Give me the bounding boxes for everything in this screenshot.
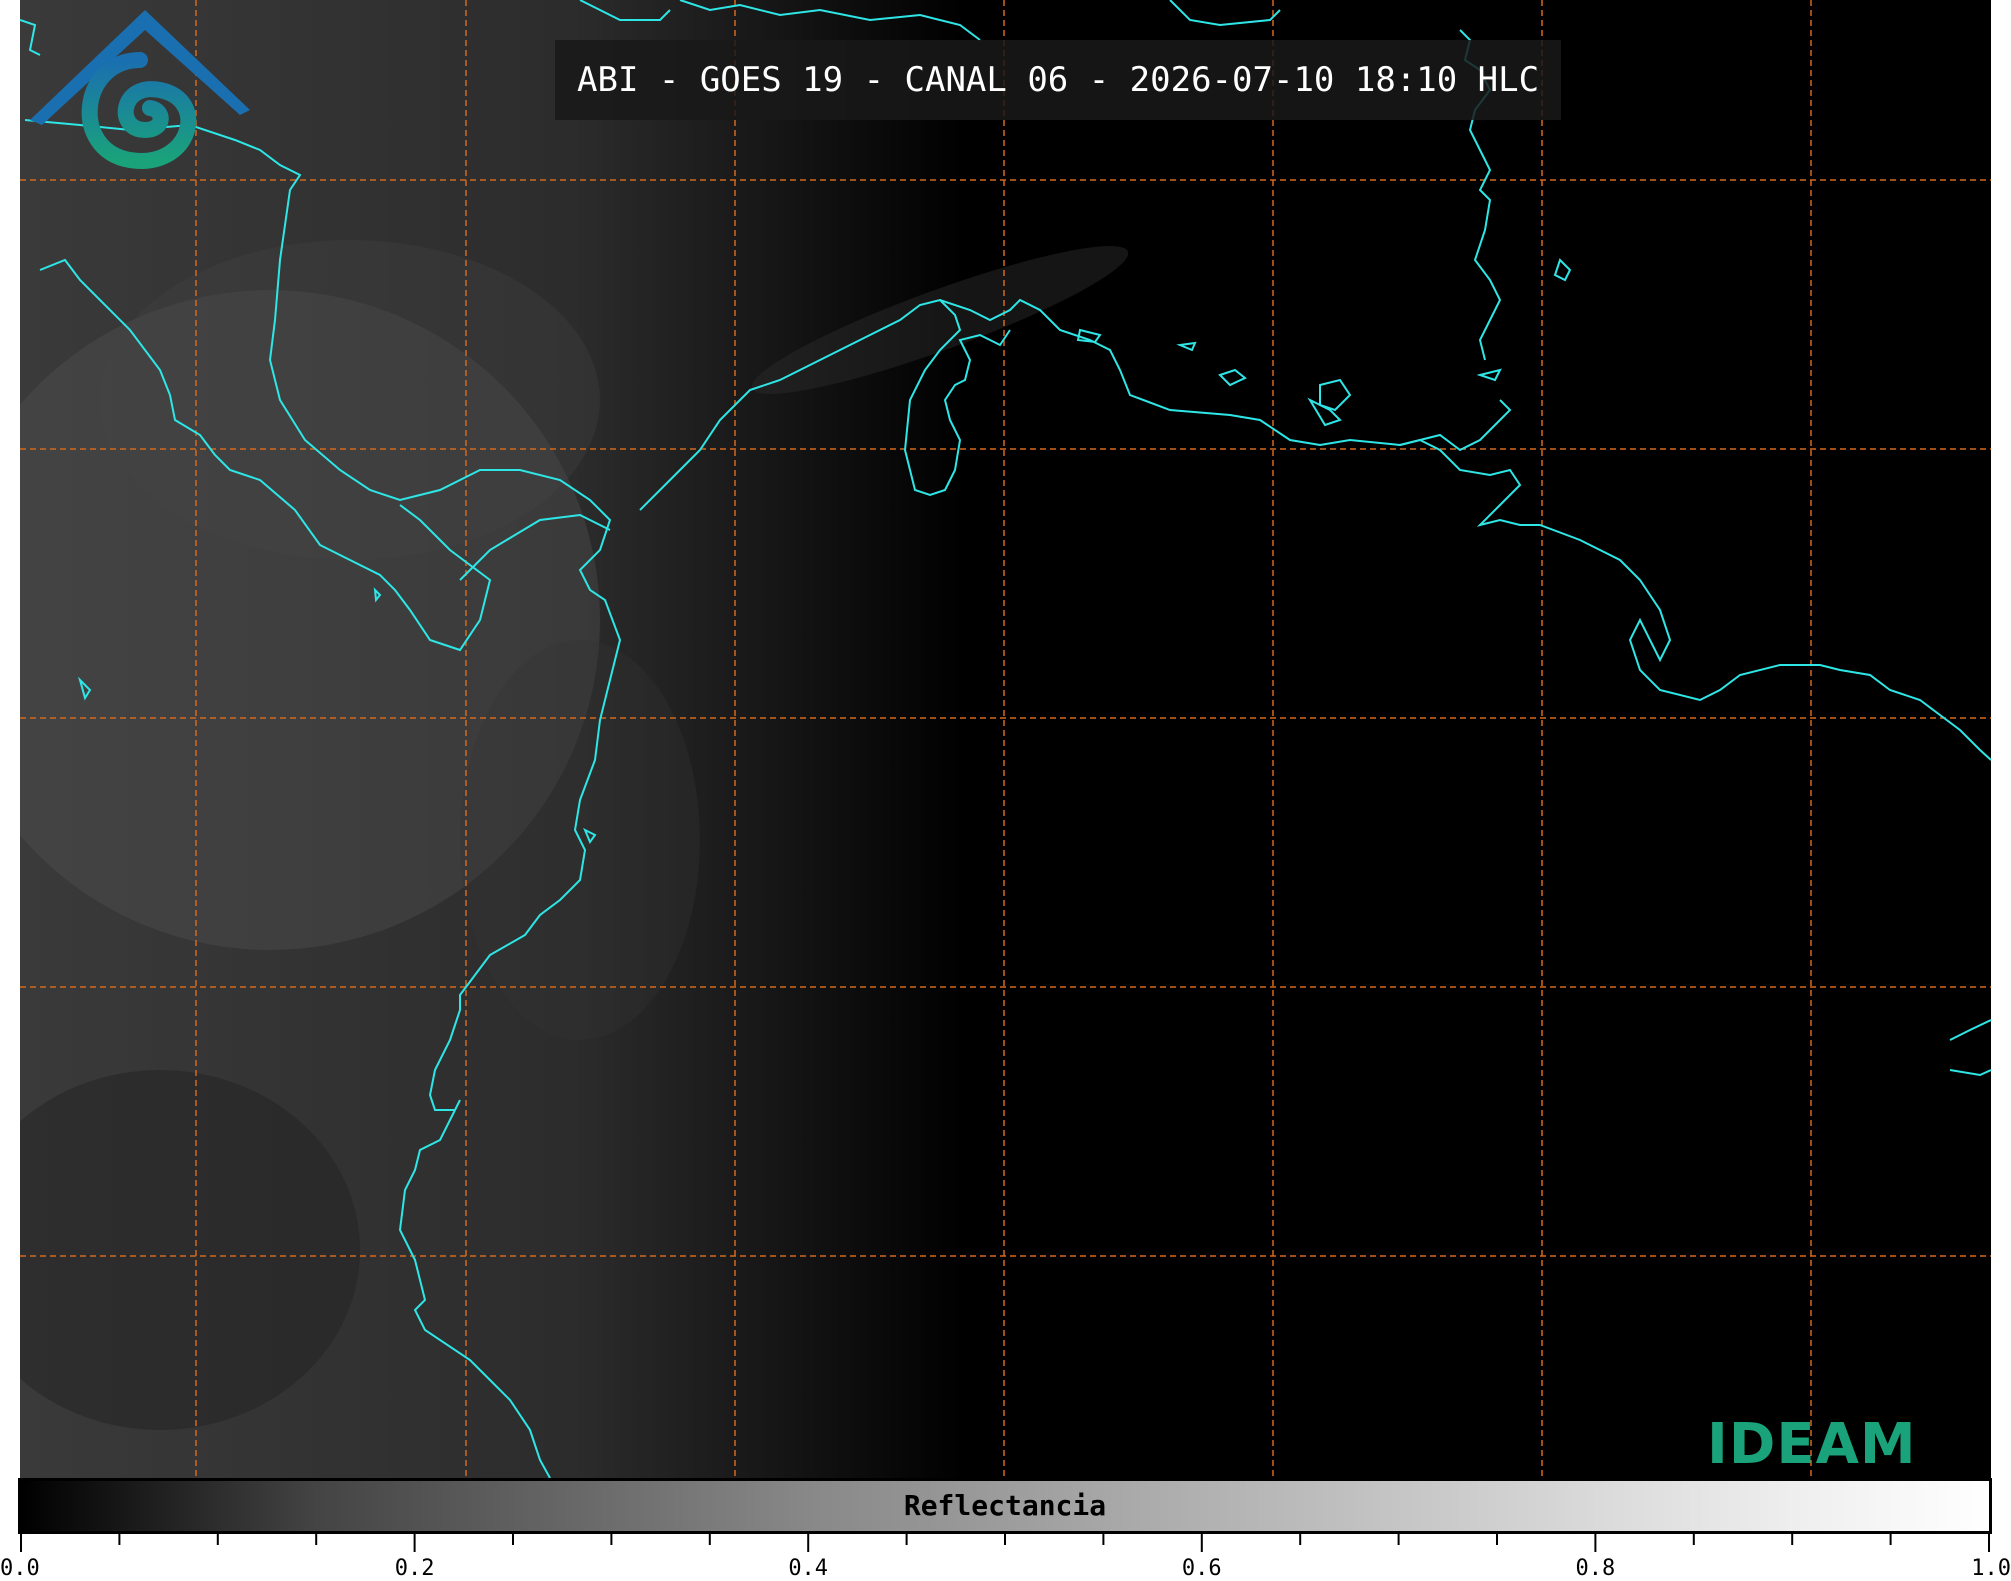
colorbar: Reflectancia [18, 1478, 1992, 1534]
colorbar-tick-label: 0.8 [1575, 1556, 1616, 1581]
colorbar-tick-label: 0.2 [394, 1556, 435, 1581]
ideam-mountain-spiral-icon [30, 10, 250, 169]
colorbar-tick-label: 0.4 [788, 1556, 829, 1581]
colorbar-label: Reflectancia [903, 1489, 1107, 1522]
logo-spiral [81, 52, 197, 169]
colorbar-tick-label: 0.6 [1181, 1556, 1222, 1581]
map-title-text: ABI - GOES 19 - CANAL 06 - 2026-07-10 18… [577, 60, 1540, 100]
map-title: ABI - GOES 19 - CANAL 06 - 2026-07-10 18… [555, 40, 1562, 120]
colorbar-tick-label: 0.0 [0, 1556, 40, 1581]
map-canvas [20, 0, 1991, 1478]
cloud-mass [100, 240, 600, 560]
colorbar-ticks [20, 1534, 1990, 1552]
satellite-map[interactable]: ABI - GOES 19 - CANAL 06 - 2026-07-10 18… [20, 0, 1991, 1478]
logo-text: IDEAM [1707, 1412, 1917, 1477]
colorbar-tick-label: 1.0 [1971, 1556, 2011, 1581]
